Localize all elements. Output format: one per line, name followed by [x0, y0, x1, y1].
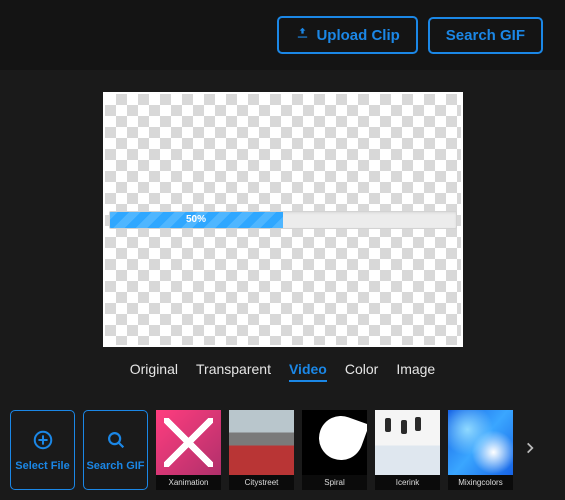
header-toolbar: Upload Clip Search GIF: [0, 0, 565, 70]
thumb-label-icerink: Icerink: [375, 475, 440, 490]
preview-canvas[interactable]: 50%: [103, 92, 463, 347]
thumb-visual-xanimation: [156, 410, 221, 475]
progress-bar: 50%: [109, 211, 457, 229]
main-area: 50% Original Transparent Video Color Ima…: [0, 70, 565, 382]
upload-clip-label: Upload Clip: [316, 27, 399, 44]
search-gif-label-header: Search GIF: [446, 27, 525, 44]
upload-icon: [295, 26, 310, 44]
thumb-xanimation[interactable]: Xanimation: [156, 410, 221, 490]
upload-clip-button[interactable]: Upload Clip: [277, 16, 417, 54]
thumb-label-xanimation: Xanimation: [156, 475, 221, 490]
thumb-visual-spiral: [302, 410, 367, 475]
thumb-spiral[interactable]: Spiral: [302, 410, 367, 490]
gallery-next-button[interactable]: [521, 410, 539, 490]
progress-text: 50%: [186, 214, 206, 225]
search-gif-label: Search GIF: [86, 460, 144, 472]
tab-original[interactable]: Original: [130, 361, 178, 382]
thumb-label-spiral: Spiral: [302, 475, 367, 490]
tab-transparent[interactable]: Transparent: [196, 361, 271, 382]
thumb-label-citystreet: Citystreet: [229, 475, 294, 490]
progress-fill: 50%: [110, 212, 283, 228]
search-gif-button-header[interactable]: Search GIF: [428, 17, 543, 54]
select-file-button[interactable]: Select File: [10, 410, 75, 490]
thumb-visual-citystreet: [229, 410, 294, 475]
tab-video[interactable]: Video: [289, 361, 327, 382]
thumb-icerink[interactable]: Icerink: [375, 410, 440, 490]
thumb-visual-icerink: [375, 410, 440, 475]
video-gallery: Select File Search GIF Xanimation Cityst…: [0, 410, 565, 490]
background-tabs: Original Transparent Video Color Image: [130, 361, 435, 382]
select-file-label: Select File: [15, 460, 69, 472]
plus-circle-icon: [32, 429, 54, 454]
thumb-label-mixingcolors: Mixingcolors: [448, 475, 513, 490]
chevron-right-icon: [523, 437, 537, 464]
thumb-citystreet[interactable]: Citystreet: [229, 410, 294, 490]
search-gif-button[interactable]: Search GIF: [83, 410, 148, 490]
thumb-visual-mixingcolors: [448, 410, 513, 475]
search-icon: [105, 429, 127, 454]
tab-image[interactable]: Image: [396, 361, 435, 382]
thumb-mixingcolors[interactable]: Mixingcolors: [448, 410, 513, 490]
tab-color[interactable]: Color: [345, 361, 378, 382]
